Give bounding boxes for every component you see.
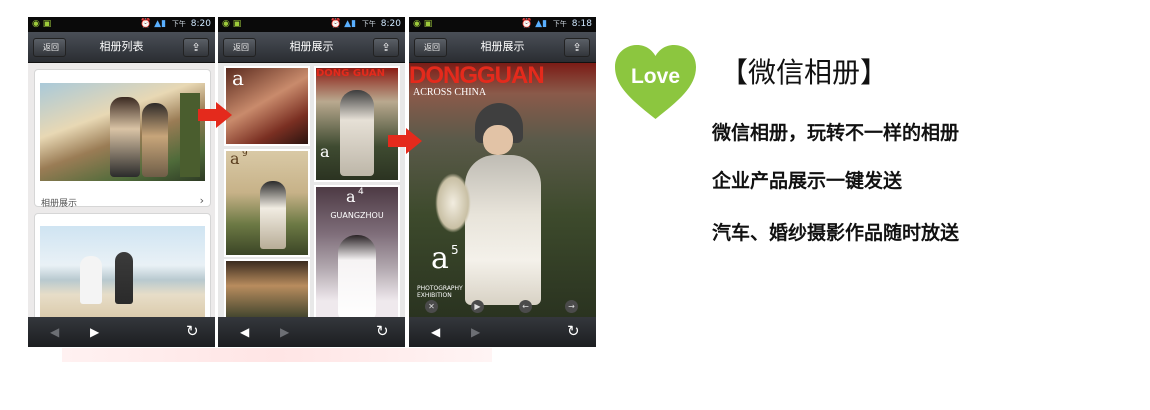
album-caption: 相册展示 (41, 199, 78, 209)
clock: 8:20 (190, 19, 211, 29)
exhibition-label: PHOTOGRAPHY EXHIBITION (417, 285, 463, 299)
love-badge-label: Love (631, 65, 680, 88)
signal-icon: ⏰ ▲▮ (330, 19, 357, 29)
clock: 8:18 (571, 19, 592, 29)
signal-icon: ⏰ ▲▮ (140, 19, 167, 29)
promo-line: 汽车、婚纱摄影作品随时放送 (712, 222, 960, 244)
phone-reflection (62, 348, 492, 362)
back-nav-icon[interactable]: ◀ (240, 325, 249, 339)
close-icon[interactable]: ✕ (425, 300, 438, 313)
share-icon[interactable]: ⇪ (564, 38, 590, 57)
album-card[interactable]: 相册展示 › (34, 69, 211, 209)
promo-line: 企业产品展示一键发送 (712, 170, 903, 192)
next-icon[interactable]: → (565, 300, 578, 313)
issue-number: 9 (242, 149, 248, 159)
notification-icon: ◉ ▣ (413, 19, 433, 29)
period-label: 下午 (552, 20, 567, 28)
status-bar: ◉ ▣ ⏰ ▲▮ 下午 8:20 (28, 17, 215, 32)
share-icon[interactable]: ⇪ (373, 38, 399, 57)
bottom-toolbar: ◀ ▶ ↻ (28, 317, 215, 347)
signal-icon: ⏰ ▲▮ (521, 19, 548, 29)
grid-photo[interactable]: DONG GUAN a (314, 66, 400, 182)
phone-screen-album-grid: ◉ ▣ ⏰ ▲▮ 下午 8:20 返回 相册展示 ⇪ a DONG GUAN a… (218, 17, 405, 347)
grid-photo[interactable]: a 4 GUANGZHOU (314, 185, 400, 317)
phone-screen-photo-viewer: ◉ ▣ ⏰ ▲▮ 下午 8:18 返回 相册展示 ⇪ DONGGUAN ACRO… (409, 17, 596, 347)
back-nav-icon[interactable]: ◀ (431, 325, 440, 339)
promo-headline: 【微信相册】 (720, 56, 889, 89)
magazine-logo: a (232, 66, 244, 90)
album-list: 相册展示 › (28, 63, 215, 317)
grid-photo[interactable]: a (224, 66, 310, 146)
magazine-masthead: DONG GUAN (316, 68, 385, 79)
refresh-icon[interactable]: ↻ (567, 322, 580, 340)
grid-photo[interactable]: a 9 (224, 149, 310, 257)
share-icon[interactable]: ⇪ (183, 38, 209, 57)
notification-icon: ◉ ▣ (222, 19, 242, 29)
phone-screen-album-list: ◉ ▣ ⏰ ▲▮ 下午 8:20 返回 相册列表 ⇪ 相册展示 › ◀ ▶ ↻ (28, 17, 215, 347)
notification-icon: ◉ ▣ (32, 19, 52, 29)
album-card[interactable] (34, 213, 211, 317)
forward-nav-icon[interactable]: ▶ (90, 325, 99, 339)
status-icons: ⏰ ▲▮ 下午 8:20 (330, 17, 401, 32)
album-cover-photo (40, 83, 205, 181)
nav-bar: 返回 相册列表 ⇪ (28, 32, 215, 63)
magazine-logo: a (431, 241, 449, 276)
photo-grid: a DONG GUAN a a 9 a 4 GUANGZHOU (218, 63, 405, 317)
period-label: 下午 (361, 20, 376, 28)
magazine-masthead: DONGGUAN (409, 63, 545, 89)
grid-photo[interactable] (224, 259, 310, 317)
magazine-logo: a (230, 149, 240, 168)
refresh-icon[interactable]: ↻ (376, 322, 389, 340)
magazine-logo: a (346, 187, 356, 206)
nav-bar: 返回 相册展示 ⇪ (409, 32, 596, 63)
love-heart-icon: Love (615, 45, 696, 119)
status-bar: ◉ ▣ ⏰ ▲▮ 下午 8:18 (409, 17, 596, 32)
forward-nav-icon[interactable]: ▶ (471, 325, 480, 339)
issue-number: 5 (451, 243, 459, 257)
status-bar: ◉ ▣ ⏰ ▲▮ 下午 8:20 (218, 17, 405, 32)
nav-bar: 返回 相册展示 ⇪ (218, 32, 405, 63)
photo-viewer: DONGGUAN ACROSS CHINA a 5 PHOTOGRAPHY EX… (409, 63, 596, 317)
clock: 8:20 (380, 19, 401, 29)
city-label: GUANGZHOU (330, 211, 384, 220)
chevron-right-icon: › (199, 194, 204, 207)
magazine-logo: a (320, 142, 330, 161)
play-icon[interactable]: ▶ (471, 300, 484, 313)
previous-icon[interactable]: ← (519, 300, 532, 313)
issue-number: 4 (358, 187, 364, 197)
refresh-icon[interactable]: ↻ (186, 322, 199, 340)
status-icons: ⏰ ▲▮ 下午 8:18 (521, 17, 592, 32)
bottom-toolbar: ◀ ▶ ↻ (218, 317, 405, 347)
promo-line: 微信相册，玩转不一样的相册 (712, 122, 960, 144)
red-arrow-icon (198, 102, 232, 128)
bottom-toolbar: ◀ ▶ ↻ (409, 317, 596, 347)
status-icons: ⏰ ▲▮ 下午 8:20 (140, 17, 211, 32)
album-cover-photo (40, 226, 205, 317)
period-label: 下午 (171, 20, 186, 28)
red-arrow-icon (388, 128, 422, 154)
forward-nav-icon[interactable]: ▶ (280, 325, 289, 339)
back-nav-icon[interactable]: ◀ (50, 325, 59, 339)
magazine-subtitle: ACROSS CHINA (413, 87, 487, 98)
